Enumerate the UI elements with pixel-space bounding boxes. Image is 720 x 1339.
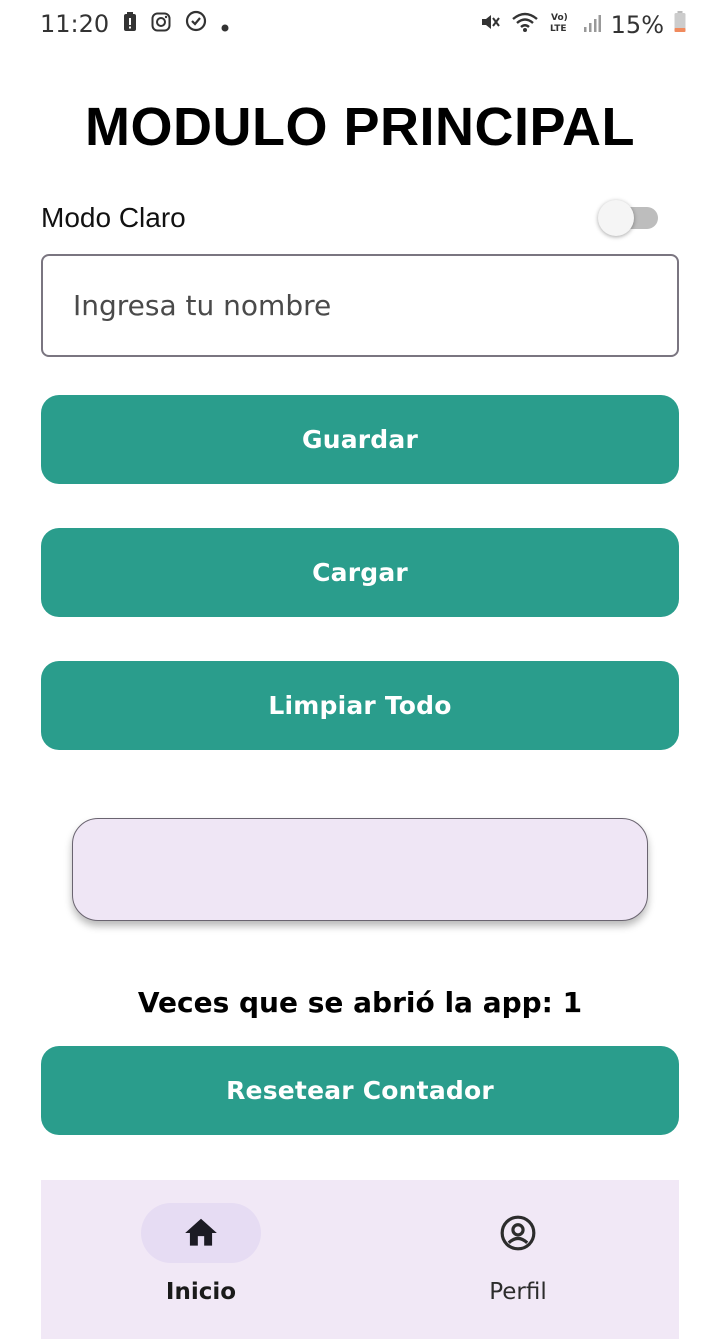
- home-icon: [182, 1214, 220, 1252]
- toggle-thumb: [598, 200, 634, 236]
- status-time: 11:20: [40, 10, 110, 38]
- save-button[interactable]: Guardar: [41, 395, 679, 484]
- svg-text:Vo): Vo): [551, 13, 568, 23]
- battery-icon: [674, 11, 686, 39]
- status-left-group: 11:20: [40, 10, 229, 38]
- status-bar: 11:20 Vo) LTE 15%: [0, 0, 720, 54]
- dot-icon: [221, 10, 229, 38]
- volte-icon: Vo) LTE: [549, 10, 573, 40]
- page-title: MODULO PRINCIPAL: [85, 97, 635, 157]
- status-right-group: Vo) LTE 15%: [479, 10, 686, 40]
- nav-item-inicio[interactable]: Inicio: [91, 1180, 311, 1339]
- instagram-icon: [151, 10, 171, 38]
- clear-all-button[interactable]: Limpiar Todo: [41, 661, 679, 750]
- signal-icon: [583, 11, 601, 39]
- bottom-navigation: Inicio Perfil: [41, 1180, 679, 1339]
- load-button[interactable]: Cargar: [41, 528, 679, 617]
- nav-label-perfil: Perfil: [489, 1279, 547, 1305]
- account-circle-icon: [499, 1214, 537, 1252]
- nav-label-inicio: Inicio: [165, 1279, 237, 1305]
- light-mode-toggle[interactable]: [598, 200, 658, 236]
- reset-counter-button[interactable]: Resetear Contador: [41, 1046, 679, 1135]
- name-input[interactable]: [41, 254, 679, 357]
- wifi-icon: [511, 11, 539, 39]
- battery-alert-icon: [123, 10, 137, 38]
- nav-item-perfil[interactable]: Perfil: [408, 1180, 628, 1339]
- app-notification-icon: [185, 10, 207, 38]
- open-counter-text: Veces que se abrió la app: 1: [137, 986, 583, 1019]
- output-card: [72, 818, 648, 921]
- mode-label: Modo Claro: [41, 202, 186, 233]
- mute-icon: [479, 11, 501, 39]
- battery-percent: 15%: [610, 11, 664, 39]
- svg-text:LTE: LTE: [550, 24, 567, 34]
